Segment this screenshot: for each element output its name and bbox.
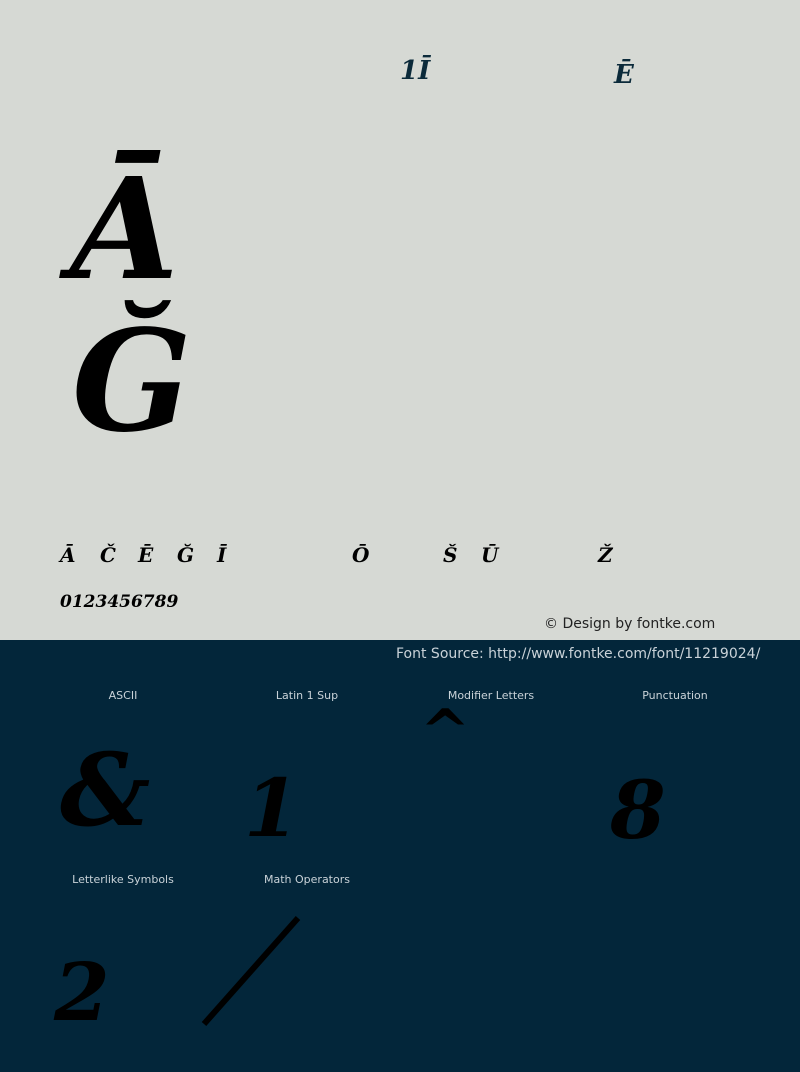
glyph-row-item: Č [100, 543, 116, 567]
category-glyph: 2 [54, 945, 110, 1039]
glyph-large: Ğ [72, 300, 192, 464]
category-label: Letterlike Symbols [72, 873, 174, 886]
specimen-bottom: Font Source: http://www.fontke.com/font/… [0, 640, 800, 1072]
category-glyph: & [60, 731, 151, 849]
category-label: Punctuation [642, 689, 708, 702]
category-label: Latin 1 Sup [275, 689, 339, 702]
glyph-row-item: Ū [481, 543, 499, 567]
glyph-large: Ā [70, 148, 179, 312]
glyph-sample: Ē [614, 60, 634, 90]
glyph-row-item: Ā [60, 543, 76, 567]
glyph-row-item: Ī [217, 543, 227, 567]
category-glyph: 8 [610, 763, 666, 857]
category-label: ASCII [108, 689, 138, 702]
credit-text: © Design by fontke.com [544, 616, 716, 632]
specimen-top: 1Ī Ē Ā Ğ Ā Č Ē Ğ Ī Ō Š Ū Ž 0123456789 © … [0, 0, 800, 640]
glyph-row-item: Ž [598, 543, 613, 567]
category-glyph: ^ [420, 697, 471, 767]
category-glyph: 1 [244, 761, 300, 855]
glyph-row-item: Ğ [177, 543, 195, 567]
font-source-link[interactable]: Font Source: http://www.fontke.com/font/… [396, 646, 760, 662]
glyph-row-item: Š [443, 543, 458, 567]
category-glyph-slash [201, 916, 301, 1026]
glyph-sample: 1Ī [400, 56, 431, 86]
glyph-row-item: Ē [138, 543, 154, 567]
category-label: Math Operators [264, 873, 350, 886]
glyph-row-item: Ō [352, 543, 370, 567]
digits-sample: 0123456789 [60, 592, 179, 612]
